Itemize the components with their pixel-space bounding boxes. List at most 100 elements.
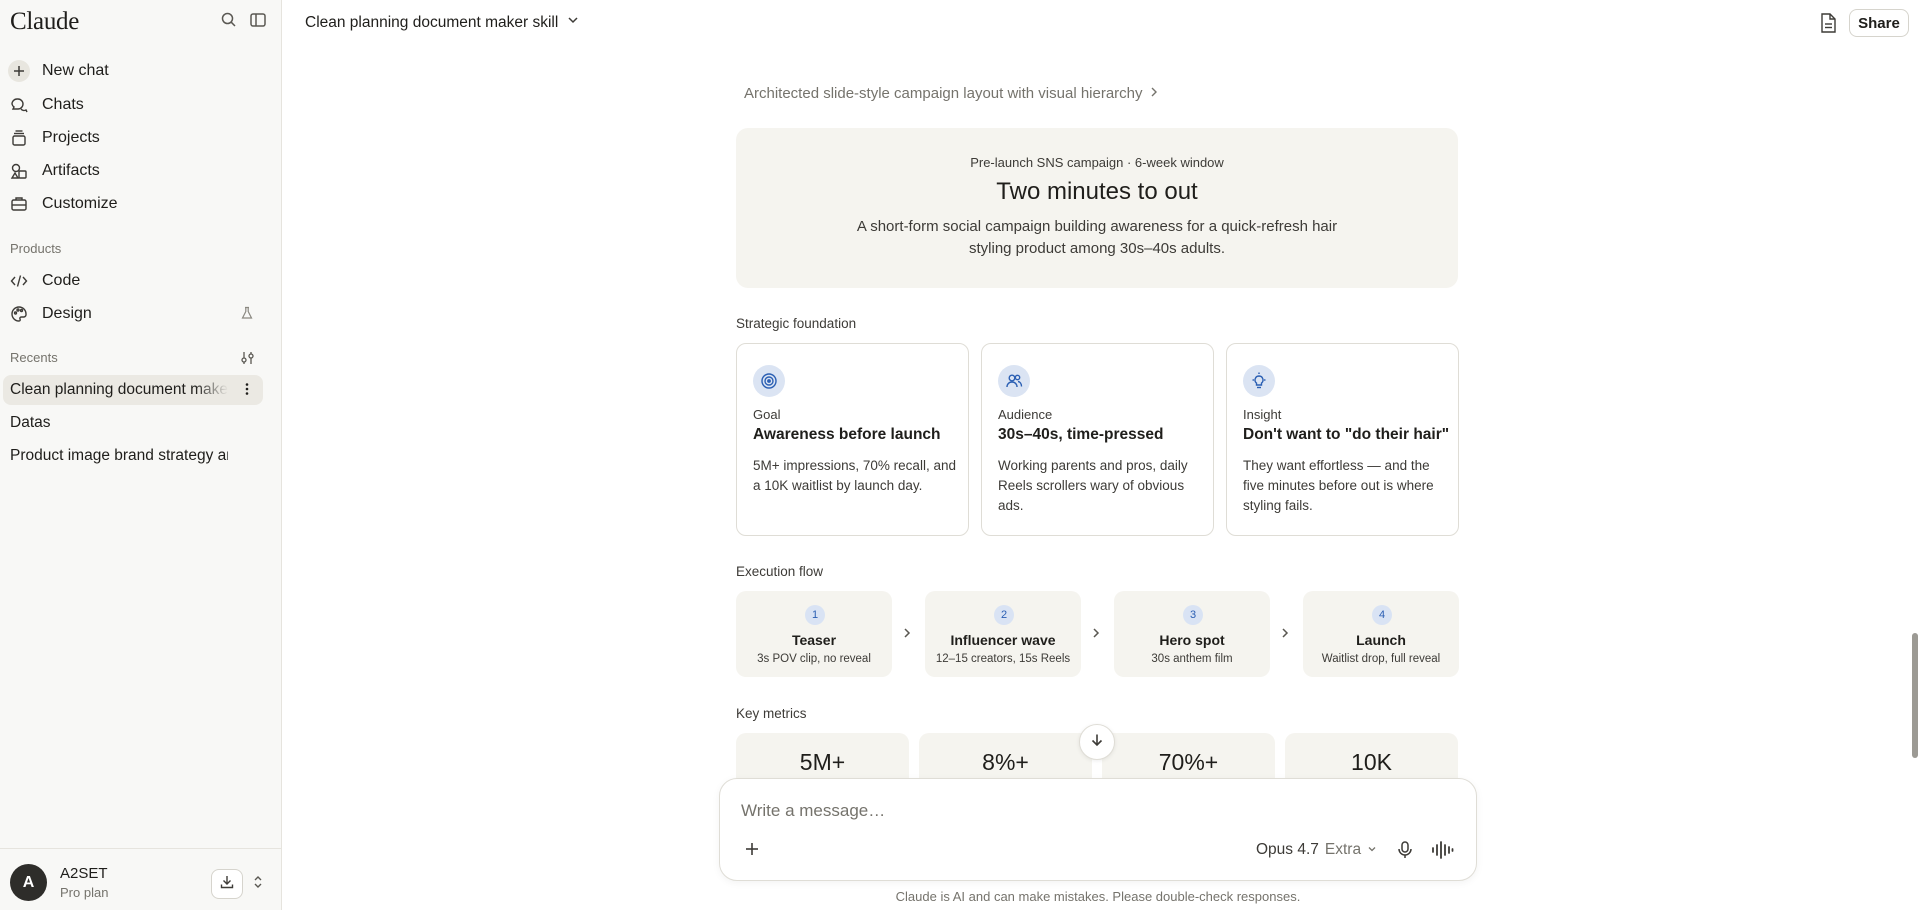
voice-mode-icon[interactable] — [1430, 840, 1454, 860]
step-number: 2 — [994, 605, 1014, 625]
metric-value: 10K — [1351, 749, 1392, 775]
step-title: Influencer wave — [950, 632, 1056, 648]
share-button[interactable]: Share — [1849, 9, 1909, 37]
claude-logo[interactable]: Claude — [10, 8, 79, 36]
metric-tile: 8%+ — [919, 733, 1092, 783]
step-number: 4 — [1372, 605, 1392, 625]
strategic-foundation-heading: Strategic foundation — [736, 316, 857, 331]
card-title: 30s–40s, time-pressed — [998, 426, 1164, 443]
user-account-bar[interactable]: A A2SET Pro plan — [0, 848, 281, 910]
step-subtitle: 30s anthem film — [1151, 653, 1233, 665]
step-subtitle: 12–15 creators, 15s Reels — [935, 653, 1071, 665]
thinking-summary[interactable]: Architected slide-style campaign layout … — [744, 85, 1159, 102]
recent-chat-label: Datas — [10, 414, 51, 431]
recents-section-label: Recents — [10, 350, 58, 365]
flow-step: 2 Influencer wave 12–15 creators, 15s Re… — [925, 591, 1081, 677]
card-title: Don't want to "do their hair" — [1243, 426, 1450, 443]
sidebar-item-projects[interactable]: Projects — [8, 123, 264, 153]
more-options-icon[interactable] — [239, 381, 255, 402]
chat-title: Clean planning document maker skill — [305, 13, 559, 31]
metric-tile: 10K — [1285, 733, 1458, 783]
sidebar-item-code[interactable]: Code — [8, 266, 264, 296]
sidebar-item-label: Customize — [42, 195, 118, 212]
step-number: 1 — [805, 605, 825, 625]
sidebar-item-chats[interactable]: Chats — [8, 90, 264, 120]
metric-tile: 5M+ — [736, 733, 909, 783]
flow-step: 1 Teaser 3s POV clip, no reveal — [736, 591, 892, 677]
sidebar-item-label: Design — [42, 305, 92, 322]
shapes-icon — [8, 160, 30, 182]
chevron-right-icon — [1149, 85, 1159, 102]
search-icon[interactable] — [219, 10, 239, 30]
user-name: A2SET — [60, 865, 108, 882]
flask-icon — [240, 306, 254, 325]
scrollbar-thumb[interactable] — [1912, 633, 1918, 758]
sidebar-item-label: Artifacts — [42, 162, 100, 179]
message-input[interactable] — [741, 801, 1341, 821]
lightbulb-icon — [1243, 365, 1275, 397]
sidebar-item-new-chat[interactable]: New chat — [8, 56, 264, 86]
card-description: They want effortless — and the five minu… — [1243, 458, 1434, 513]
sidebar-item-customize[interactable]: Customize — [8, 189, 264, 219]
audience-card: Audience 30s–40s, time-pressed Working p… — [981, 343, 1214, 536]
step-title: Hero spot — [1159, 632, 1225, 648]
recent-chat-item[interactable]: Datas — [3, 408, 263, 438]
metric-value: 8%+ — [982, 749, 1029, 775]
card-category: Goal — [753, 407, 781, 422]
metric-value: 5M+ — [799, 749, 846, 775]
plus-icon — [8, 60, 30, 82]
avatar[interactable]: A — [10, 864, 47, 901]
sidebar-item-label: New chat — [42, 62, 109, 79]
microphone-icon[interactable] — [1396, 840, 1416, 860]
hero-panel: Pre-launch SNS campaign · 6-week window … — [736, 128, 1458, 288]
step-number: 3 — [1183, 605, 1203, 625]
flow-step: 3 Hero spot 30s anthem film — [1114, 591, 1270, 677]
scrollbar[interactable] — [1910, 0, 1920, 910]
recent-chat-item[interactable]: Product image brand strategy an… — [3, 441, 263, 471]
user-plan: Pro plan — [60, 885, 109, 900]
sidebar-item-artifacts[interactable]: Artifacts — [8, 156, 264, 186]
code-icon — [8, 270, 30, 292]
key-metrics-heading: Key metrics — [736, 706, 807, 721]
chevron-down-icon — [566, 13, 580, 32]
filter-sliders-icon[interactable] — [240, 350, 256, 371]
insight-card: Insight Don't want to "do their hair" Th… — [1226, 343, 1459, 536]
chevron-right-icon — [1089, 626, 1103, 640]
card-category: Insight — [1243, 407, 1282, 422]
execution-flow-heading: Execution flow — [736, 564, 824, 579]
effort-level: Extra — [1324, 841, 1362, 858]
metric-tile: 70%+ — [1102, 733, 1275, 783]
chevron-right-icon — [900, 626, 914, 640]
recent-chat-item[interactable]: Clean planning document maker skill — [3, 375, 263, 405]
chat-title-menu[interactable]: Clean planning document maker skill — [305, 13, 580, 32]
download-icon — [219, 874, 235, 895]
card-category: Audience — [998, 407, 1053, 422]
scroll-to-bottom-button[interactable] — [1079, 724, 1115, 760]
sidebar-item-label: Chats — [42, 96, 84, 113]
thinking-text: Architected slide-style campaign layout … — [744, 85, 1143, 102]
model-selector[interactable]: Opus 4.7 Extra — [1256, 841, 1377, 859]
chevron-down-icon — [1367, 841, 1377, 859]
card-title: Awareness before launch — [753, 426, 941, 443]
step-subtitle: Waitlist drop, full reveal — [1321, 653, 1441, 665]
products-section-label: Products — [10, 241, 62, 256]
sidebar-item-label: Projects — [42, 129, 100, 146]
step-title: Launch — [1356, 632, 1406, 648]
document-icon[interactable] — [1818, 12, 1840, 34]
chevron-updown-icon[interactable] — [252, 874, 264, 895]
card-description: 5M+ impressions, 70% recall, and a 10K w… — [753, 458, 956, 493]
sidebar-item-design[interactable]: Design — [8, 299, 264, 329]
add-attachment-icon[interactable] — [743, 840, 763, 860]
arrow-down-icon — [1089, 732, 1105, 753]
hero-description: A short-form social campaign building aw… — [856, 218, 1338, 257]
target-icon — [753, 365, 785, 397]
metric-value: 70%+ — [1158, 749, 1219, 775]
chevron-right-icon — [1278, 626, 1292, 640]
palette-icon — [8, 303, 30, 325]
sidebar-toggle-icon[interactable] — [248, 10, 268, 30]
model-name: Opus 4.7 — [1256, 841, 1319, 858]
recent-chat-label: Product image brand strategy an… — [10, 447, 228, 464]
download-button[interactable] — [211, 869, 243, 899]
hero-title: Two minutes to out — [996, 178, 1198, 205]
step-subtitle: 3s POV clip, no reveal — [757, 653, 871, 665]
